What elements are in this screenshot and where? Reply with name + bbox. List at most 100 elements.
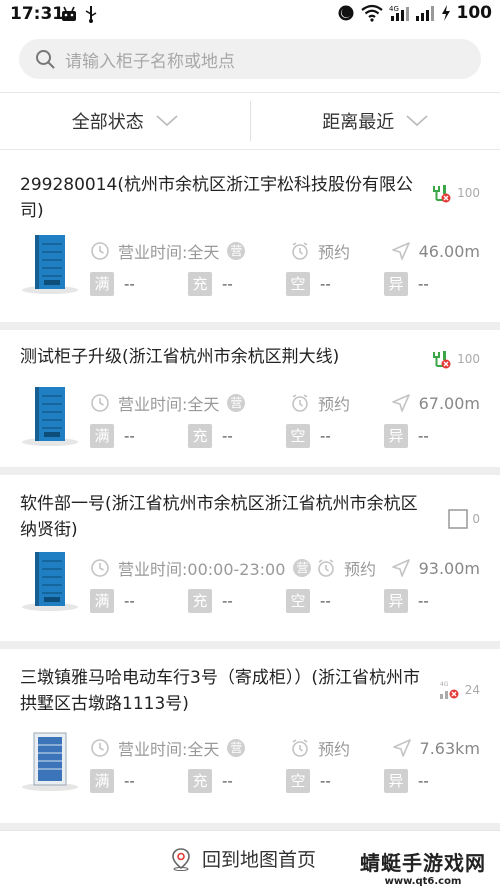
signal-4g-icon: 4G (389, 5, 409, 21)
distance: 67.00m (391, 393, 480, 413)
cabinet-card[interactable]: 软件部一号(浙江省杭州市余杭区浙江省杭州市余杭区纳贤街) 0 营业时间:00:00-… (0, 475, 500, 641)
slot-count-badge: 充 (188, 424, 212, 448)
battery-level: 100 (456, 3, 493, 23)
card-separator (0, 322, 500, 330)
watermark: 蜻蜓手游戏网 www.qt6.com (360, 847, 486, 887)
appointment-label: 预约 (318, 243, 351, 262)
distance: 93.00m (391, 558, 480, 578)
usb-icon (85, 6, 97, 23)
distance-value: 93.00m (418, 558, 480, 578)
cabinet-card[interactable]: 299280014(杭州市余杭区浙江宇松科技股份有限公司) 100 营业时间:全天营… (0, 152, 500, 322)
distance-value: 67.00m (418, 393, 480, 413)
slot-count: 空 -- (286, 424, 331, 448)
slot-count-row: 满 -- 充 -- 空 -- 异 -- (90, 589, 490, 615)
slot-count-value: -- (222, 772, 233, 790)
search-placeholder: 请输入柜子名称或地点 (65, 51, 235, 72)
clock-icon (91, 739, 109, 757)
appointment-label: 预约 (318, 395, 351, 414)
open-badge: 营 (293, 559, 312, 577)
signal-error-icon: 4G (439, 681, 459, 699)
cabinet-title: 软件部一号(浙江省杭州市余杭区浙江省杭州市余杭区纳贤街) (20, 494, 418, 540)
slot-count: 异 -- (384, 272, 429, 296)
cabinet-info-row: 营业时间:全天营 预约 7.63km (90, 733, 490, 763)
clock-icon (91, 559, 109, 577)
sort-filter-label: 距离最近 (322, 112, 395, 133)
cabinet-card[interactable]: 三墩镇雅马哈电动车行3号（寄成柜））(浙江省杭州市拱墅区古墩路1113号) 4G 2… (0, 649, 500, 823)
slot-count-value: -- (320, 427, 331, 445)
cabinet-card[interactable]: 测试柜子升级(浙江省杭州市余杭区荆大线) 100 营业时间:全天营 预约 67.00m 满… (0, 330, 500, 467)
cabinet-info-row: 营业时间:00:00-23:00 营 预约 93.00m (90, 553, 490, 583)
sort-filter-dropdown[interactable]: 距离最近 (251, 93, 500, 149)
chevron-down-icon (156, 115, 178, 127)
back-to-map-label: 回到地图首页 (202, 849, 317, 871)
appointment-button[interactable]: 预约 (290, 239, 350, 263)
back-to-map-button[interactable]: 回到地图首页 (170, 845, 316, 872)
card-separator (0, 641, 500, 649)
slot-count-value: -- (124, 592, 135, 610)
slot-count-badge: 空 (286, 769, 310, 793)
distance: 46.00m (391, 241, 480, 261)
clock-icon (91, 394, 109, 412)
checkbox-icon (448, 509, 469, 529)
business-hours-text: 营业时间:00:00-23:00 (118, 560, 286, 579)
slot-count-badge: 满 (90, 769, 114, 793)
charging-plug-icon (433, 351, 451, 369)
locker-image (22, 235, 78, 294)
appointment-button[interactable]: 预约 (316, 556, 376, 580)
cabinet-status-count: 100 (457, 352, 480, 366)
distance-value: 7.63km (419, 738, 480, 758)
search-icon (36, 50, 55, 69)
open-badge: 营 (227, 394, 246, 412)
navigation-arrow-icon (391, 559, 410, 577)
filter-bar: 全部状态 距离最近 (0, 92, 500, 150)
status-filter-dropdown[interactable]: 全部状态 (0, 93, 250, 149)
search-input[interactable]: 请输入柜子名称或地点 (19, 39, 481, 79)
slot-count-badge: 满 (90, 589, 114, 613)
slot-count-row: 满 -- 充 -- 空 -- 异 -- (90, 424, 490, 450)
open-badge: 营 (227, 739, 246, 757)
slot-count: 充 -- (188, 769, 233, 793)
appointment-button[interactable]: 预约 (290, 736, 350, 760)
slot-count-value: -- (320, 772, 331, 790)
slot-count-badge: 异 (384, 424, 408, 448)
business-hours: 营业时间:00:00-23:00 营 (90, 556, 312, 580)
cabinet-title: 三墩镇雅马哈电动车行3号（寄成柜））(浙江省杭州市拱墅区古墩路1113号) (20, 668, 420, 714)
slot-count-badge: 异 (384, 769, 408, 793)
cabinet-status-count: 0 (472, 512, 480, 526)
alarm-clock-icon (292, 242, 308, 260)
distance-value: 46.00m (418, 241, 480, 261)
slot-count-row: 满 -- 充 -- 空 -- 异 -- (90, 272, 490, 298)
android-icon (62, 6, 76, 21)
slot-count-value: -- (418, 592, 429, 610)
locker-thumbnail (20, 384, 80, 446)
locker-thumbnail (20, 232, 80, 294)
slot-count: 满 -- (90, 424, 135, 448)
cabinet-status: 100 (431, 348, 480, 370)
slot-count-value: -- (222, 592, 233, 610)
slot-count: 空 -- (286, 589, 331, 613)
appointment-button[interactable]: 预约 (290, 391, 350, 415)
bottom-bar: 回到地图首页 蜻蜓手游戏网 www.qt6.com (0, 830, 500, 888)
slot-count-badge: 充 (188, 589, 212, 613)
slot-count-value: -- (222, 275, 233, 293)
cabinet-status: 0 (448, 509, 480, 529)
cabinet-title: 测试柜子升级(浙江省杭州市余杭区荆大线) (20, 347, 340, 367)
cabinet-status: 100 (431, 182, 480, 204)
do-not-disturb-icon (338, 5, 353, 21)
search-area: 请输入柜子名称或地点 (0, 28, 500, 92)
distance: 7.63km (392, 738, 480, 758)
svg-text:4G: 4G (440, 681, 449, 688)
locker-image (22, 387, 78, 446)
locker-thumbnail (20, 729, 80, 791)
slot-count: 异 -- (384, 424, 429, 448)
business-hours: 营业时间:全天营 (90, 239, 246, 263)
status-notification-icons (60, 5, 98, 23)
cabinet-status-count: 24 (464, 683, 480, 697)
cabinet-title: 299280014(杭州市余杭区浙江宇松科技股份有限公司) (20, 175, 413, 221)
slot-count-badge: 空 (286, 272, 310, 296)
status-right-icons: 4G 100 (337, 3, 493, 23)
card-separator (0, 467, 500, 475)
slot-count-badge: 满 (90, 424, 114, 448)
cabinet-info-row: 营业时间:全天营 预约 67.00m (90, 388, 490, 418)
status-time: 17:31 (10, 4, 65, 24)
